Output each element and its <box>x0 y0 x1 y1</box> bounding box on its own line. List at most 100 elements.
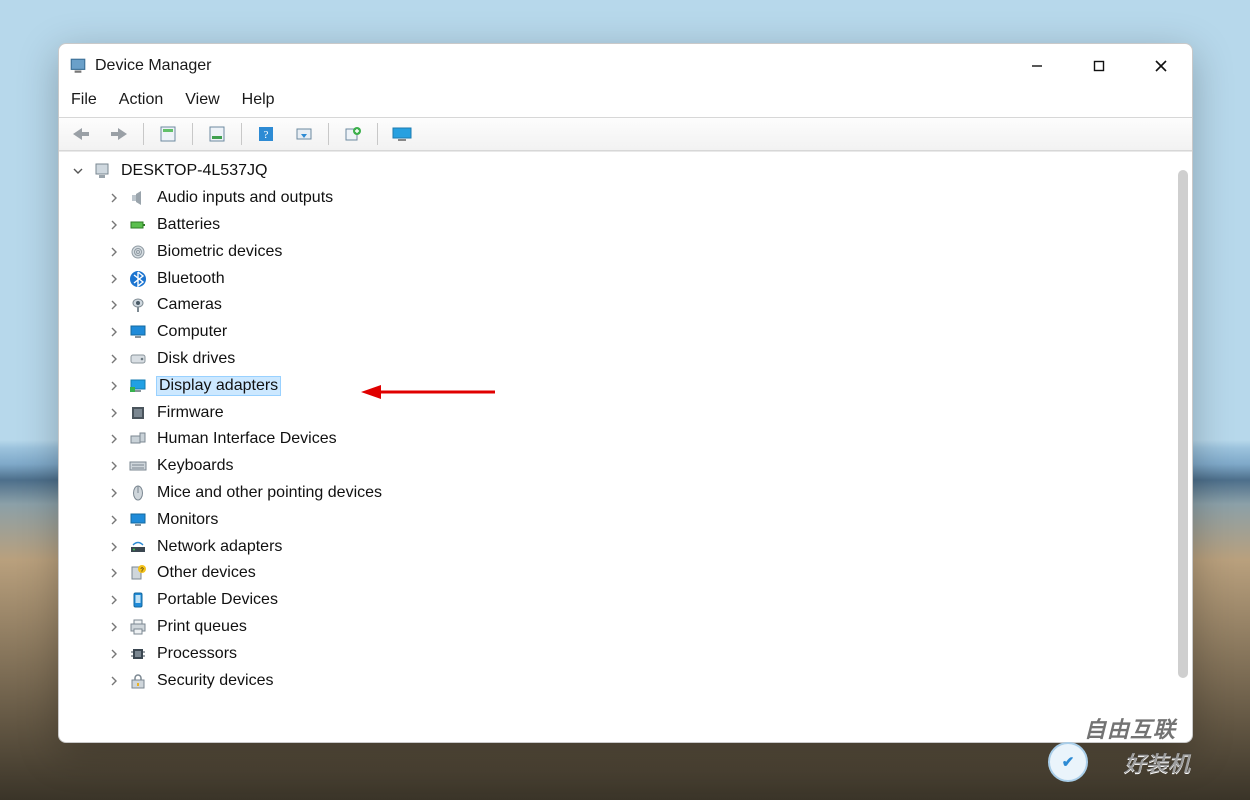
computer-icon <box>127 322 149 342</box>
expand-icon[interactable] <box>107 566 121 580</box>
tree-node-label: Computer <box>157 323 227 341</box>
speaker-icon <box>127 188 149 208</box>
toolbar-separator <box>143 123 144 145</box>
expand-icon[interactable] <box>107 647 121 661</box>
watermark-badge: ✔ <box>1048 742 1088 782</box>
close-button[interactable] <box>1130 44 1192 87</box>
mouse-icon <box>127 483 149 503</box>
tree-node[interactable]: Keyboards <box>71 453 1192 480</box>
tree-node-label: Human Interface Devices <box>157 430 337 448</box>
tree-node-label: Batteries <box>157 216 220 234</box>
tree-node[interactable]: Disk drives <box>71 346 1192 373</box>
tree-node-label: Audio inputs and outputs <box>157 189 333 207</box>
expand-icon[interactable] <box>107 432 121 446</box>
back-button[interactable] <box>63 120 99 148</box>
collapse-icon[interactable] <box>71 164 85 178</box>
menu-action[interactable]: Action <box>119 91 163 109</box>
portable-icon <box>127 590 149 610</box>
tree-node-label: Disk drives <box>157 350 235 368</box>
tree-node[interactable]: Monitors <box>71 506 1192 533</box>
expand-icon[interactable] <box>107 245 121 259</box>
tree-node[interactable]: Human Interface Devices <box>71 426 1192 453</box>
watermark-1: 自由互联 <box>1084 712 1176 744</box>
maximize-button[interactable] <box>1068 44 1130 87</box>
expand-icon[interactable] <box>107 513 121 527</box>
expand-icon[interactable] <box>107 298 121 312</box>
tree-node-label: Display adapters <box>157 377 280 395</box>
tree-node-label: Monitors <box>157 511 218 529</box>
tree-node[interactable]: Batteries <box>71 212 1192 239</box>
titlebar: Device Manager <box>59 44 1192 87</box>
other-device-icon: ? <box>127 563 149 583</box>
tree-node-label: Other devices <box>157 564 256 582</box>
printer-icon <box>127 617 149 637</box>
firmware-icon <box>127 403 149 423</box>
tree-node[interactable]: Security devices <box>71 667 1192 694</box>
tree-node-label: Keyboards <box>157 457 234 475</box>
tree-node[interactable]: Biometric devices <box>71 238 1192 265</box>
expand-icon[interactable] <box>107 379 121 393</box>
tree-node-label: Security devices <box>157 672 274 690</box>
device-tree: DESKTOP-4L537JQ Audio inputs and outputs… <box>59 151 1192 742</box>
help-toolbar-button[interactable]: ? <box>248 120 284 148</box>
expand-icon[interactable] <box>107 406 121 420</box>
window-controls <box>1006 44 1192 87</box>
bluetooth-icon <box>127 269 149 289</box>
minimize-button[interactable] <box>1006 44 1068 87</box>
camera-icon <box>127 295 149 315</box>
expand-icon[interactable] <box>107 674 121 688</box>
tree-node[interactable]: ? Other devices <box>71 560 1192 587</box>
expand-icon[interactable] <box>107 191 121 205</box>
hid-icon <box>127 429 149 449</box>
tree-node-label: Biometric devices <box>157 243 282 261</box>
tree-node[interactable]: Mice and other pointing devices <box>71 480 1192 507</box>
properties-toolbar-button[interactable] <box>199 120 235 148</box>
tree-node-label: Print queues <box>157 618 247 636</box>
tree-root[interactable]: DESKTOP-4L537JQ <box>71 158 1192 185</box>
toolbar: ? <box>59 117 1192 151</box>
svg-text:?: ? <box>264 129 269 141</box>
display-adapter-icon <box>127 376 149 396</box>
computer-root-icon <box>91 161 113 181</box>
tree-node[interactable]: Processors <box>71 640 1192 667</box>
update-driver-toolbar-button[interactable] <box>335 120 371 148</box>
expand-icon[interactable] <box>107 272 121 286</box>
expand-icon[interactable] <box>107 620 121 634</box>
tree-root-label: DESKTOP-4L537JQ <box>121 162 267 180</box>
tree-node[interactable]: Cameras <box>71 292 1192 319</box>
device-manager-app-icon <box>69 57 87 75</box>
menu-file[interactable]: File <box>71 91 97 109</box>
expand-icon[interactable] <box>107 218 121 232</box>
tree-node[interactable]: Audio inputs and outputs <box>71 185 1192 212</box>
expand-icon[interactable] <box>107 486 121 500</box>
tree-node[interactable]: Network adapters <box>71 533 1192 560</box>
window-title: Device Manager <box>95 57 212 75</box>
forward-button[interactable] <box>101 120 137 148</box>
scan-hardware-button[interactable] <box>286 120 322 148</box>
toolbar-separator <box>241 123 242 145</box>
show-hidden-devices-button[interactable] <box>150 120 186 148</box>
tree-node[interactable]: Firmware <box>71 399 1192 426</box>
expand-icon[interactable] <box>107 459 121 473</box>
monitor-icon <box>127 510 149 530</box>
scrollbar-thumb[interactable] <box>1178 170 1188 678</box>
expand-icon[interactable] <box>107 540 121 554</box>
menu-help[interactable]: Help <box>242 91 275 109</box>
tree-node[interactable]: Print queues <box>71 614 1192 641</box>
expand-icon[interactable] <box>107 352 121 366</box>
tree-node[interactable]: Display adapters <box>71 372 1192 399</box>
remote-computer-toolbar-button[interactable] <box>384 120 420 148</box>
tree-node-label: Bluetooth <box>157 270 225 288</box>
menu-view[interactable]: View <box>185 91 219 109</box>
expand-icon[interactable] <box>107 325 121 339</box>
tree-node[interactable]: Computer <box>71 319 1192 346</box>
tree-node-label: Cameras <box>157 296 222 314</box>
tree-node-label: Processors <box>157 645 237 663</box>
security-icon <box>127 671 149 691</box>
tree-node[interactable]: Portable Devices <box>71 587 1192 614</box>
tree-node-label: Firmware <box>157 404 224 422</box>
expand-icon[interactable] <box>107 593 121 607</box>
tree-node[interactable]: Bluetooth <box>71 265 1192 292</box>
tree-node-label: Network adapters <box>157 538 282 556</box>
keyboard-icon <box>127 456 149 476</box>
